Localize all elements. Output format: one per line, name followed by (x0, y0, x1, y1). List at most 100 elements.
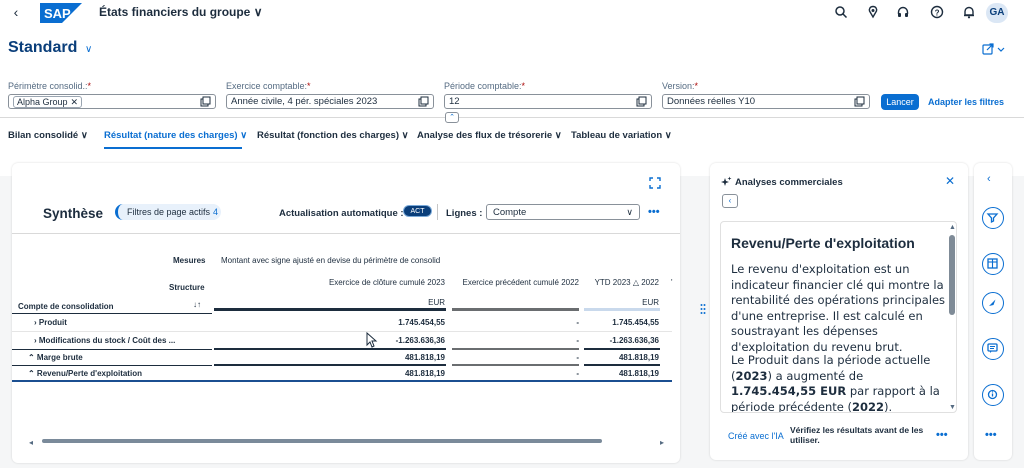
row-label-stock[interactable]: › Modifications du stock / Coût des ... (34, 336, 175, 345)
insight-paragraph: Le revenu d'exploitation est un indicate… (731, 262, 946, 354)
perimeter-field[interactable]: Alpha Group ✕ (8, 94, 216, 109)
synthesis-card: Synthèse Filtres de page actifs 4 Actuali… (12, 163, 680, 463)
vertical-scrollbar[interactable] (949, 235, 955, 315)
headset-icon[interactable] (896, 5, 910, 19)
lightbulb-icon[interactable] (866, 5, 880, 19)
close-icon[interactable]: ✕ (945, 174, 955, 188)
scroll-right-icon[interactable]: ▸ (660, 438, 664, 447)
measures-value: Montant avec signe ajusté en devise du p… (221, 256, 441, 265)
unit-eur: EUR (642, 298, 659, 307)
column-bar (584, 348, 660, 350)
divider (12, 233, 680, 234)
svg-text:?: ? (935, 8, 940, 17)
chevron-down-icon[interactable]: ∨ (85, 44, 92, 55)
fiscal-year-field[interactable]: Année civile, 4 pér. spéciales 2023 (226, 94, 434, 109)
structure-label: Structure (169, 283, 205, 292)
bell-icon[interactable] (962, 5, 976, 19)
cell-value: 481.818,19 (404, 353, 445, 362)
period-field[interactable]: 12 (444, 94, 652, 109)
account-header[interactable]: Compte de consolidation (12, 302, 114, 311)
separator (437, 204, 438, 220)
filter-label-version: Version:* (662, 81, 699, 91)
search-icon[interactable] (834, 5, 848, 19)
tab-selected-indicator (104, 147, 242, 149)
row-label-produit[interactable]: › Produit (34, 318, 67, 327)
cell-value: 481.818,19 (618, 369, 659, 378)
fullscreen-icon[interactable] (649, 177, 661, 189)
filter-header: Standard ∨ Périmètre consolid.:* Alpha G… (0, 26, 1024, 176)
column-header-2022[interactable]: Exercice précédent cumulé 2022 (452, 278, 579, 287)
rows-select[interactable]: Compte ∨ (486, 204, 640, 220)
value-help-icon[interactable] (636, 96, 647, 107)
rows-label: Lignes : (446, 208, 483, 219)
column-header-more: ' (671, 278, 673, 287)
sort-icon[interactable]: ↓↑ (193, 300, 201, 309)
scroll-up-icon[interactable]: ▲ (949, 224, 956, 231)
variant-title[interactable]: Standard (8, 39, 77, 57)
cell-value: - (576, 318, 579, 327)
more-button[interactable]: ••• (648, 206, 660, 218)
filter-icon[interactable] (982, 207, 1004, 229)
column-header-2023[interactable]: Exercice de clôture cumulé 2023 (302, 278, 445, 287)
column-bar (452, 364, 579, 366)
panel-title: Analyses commerciales (735, 177, 843, 188)
column-header-ytd[interactable]: YTD 2023 △ 2022 (584, 278, 659, 287)
scroll-left-icon[interactable]: ◂ (29, 438, 33, 447)
ai-insights-panel: Analyses commerciales ✕ ‹ Revenu/Perte d… (710, 163, 968, 460)
collapse-header-button[interactable]: ⌃ (445, 112, 459, 123)
value-help-icon[interactable] (854, 96, 865, 107)
back-button[interactable]: ‹ (722, 194, 738, 208)
value-help-icon[interactable] (418, 96, 429, 107)
page-filters-button[interactable]: Filtres de page actifs 4 (115, 204, 221, 220)
divider (12, 365, 212, 366)
row-label-marge[interactable]: ⌃ Marge brute (28, 353, 83, 362)
back-button[interactable]: ‹ (8, 4, 24, 20)
shell-bar: ‹ SAP États financiers du groupe ∨ ? GA (0, 0, 1024, 26)
value-help-icon[interactable] (200, 96, 211, 107)
scroll-down-icon[interactable]: ▼ (949, 404, 956, 411)
user-avatar[interactable]: GA (986, 3, 1008, 23)
cell-value: 1.745.454,55 (612, 318, 659, 327)
more-button[interactable]: ••• (985, 429, 997, 441)
resize-handle-icon[interactable] (700, 303, 706, 315)
go-button[interactable]: Lancer (881, 94, 919, 110)
comment-icon[interactable] (982, 338, 1004, 360)
tab-resultat-nature[interactable]: Résultat (nature des charges) ∨ (104, 130, 247, 141)
cell-value: 481.818,19 (618, 353, 659, 362)
more-button[interactable]: ••• (936, 429, 948, 441)
sparkle-icon (720, 176, 732, 188)
horizontal-scrollbar[interactable] (42, 439, 602, 443)
auto-refresh-switch[interactable]: ACT (403, 205, 432, 217)
chevron-left-icon[interactable]: ‹ (987, 173, 991, 185)
info-icon[interactable] (982, 384, 1004, 406)
tab-tableau-variation[interactable]: Tableau de variation ∨ (571, 130, 672, 141)
divider (0, 117, 1024, 118)
ai-created-label: Créé avec l'IA (728, 431, 784, 441)
column-bar (584, 308, 660, 311)
auto-refresh-label: Actualisation automatique : (279, 208, 404, 219)
app-title[interactable]: États financiers du groupe ∨ (99, 5, 262, 19)
measures-label: Mesures (173, 256, 206, 265)
column-bar (584, 364, 660, 366)
cell-value: - (576, 336, 579, 345)
help-icon[interactable]: ? (930, 5, 944, 19)
unit-eur: EUR (428, 298, 445, 307)
tab-flux-tresorerie[interactable]: Analyse des flux de trésorerie ∨ (417, 130, 562, 141)
perimeter-token[interactable]: Alpha Group ✕ (13, 96, 83, 108)
card-title: Synthèse (43, 206, 104, 221)
share-icon[interactable] (982, 42, 1006, 56)
compass-icon[interactable] (982, 292, 1004, 314)
insight-paragraph: Le Produit dans la période actuelle (202… (731, 353, 940, 413)
sap-logo[interactable]: SAP (40, 3, 82, 23)
chevron-down-icon: ∨ (626, 207, 633, 217)
version-field[interactable]: Données réelles Y10 (662, 94, 870, 109)
token-remove-icon[interactable]: ✕ (71, 97, 79, 107)
table-icon[interactable] (982, 253, 1004, 275)
divider (12, 331, 672, 332)
row-label-revenu[interactable]: ⌃ Revenu/Perte d'exploitation (28, 369, 142, 378)
tab-bilan[interactable]: Bilan consolidé ∨ (8, 130, 88, 141)
adapt-filters-link[interactable]: Adapter les filtres (928, 97, 1004, 107)
tab-resultat-fonction[interactable]: Résultat (fonction des charges) ∨ (257, 130, 409, 141)
filter-label-perimeter: Périmètre consolid.:* (8, 81, 92, 91)
cell-value: 481.818,19 (404, 369, 445, 378)
